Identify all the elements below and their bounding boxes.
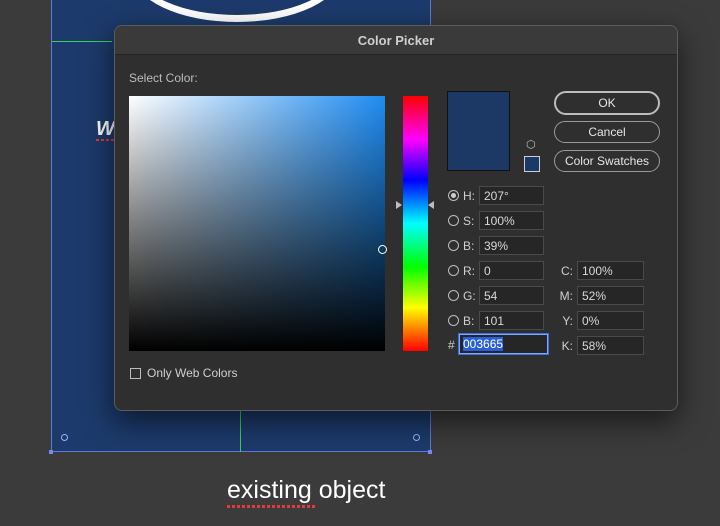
saturation-input[interactable]: 100% [479, 211, 544, 230]
guide-line-vertical [240, 410, 241, 452]
dialog-titlebar[interactable]: Color Picker [115, 26, 677, 55]
cyan-input[interactable]: 100% [577, 261, 644, 280]
dialog-title: Color Picker [357, 32, 435, 48]
color-swatches-button[interactable]: Color Swatches [554, 150, 660, 172]
saturation-row: S: 100% [448, 211, 544, 230]
green-label: G: [463, 288, 476, 303]
brightness-label: B: [463, 238, 475, 253]
spellcheck-underline [96, 139, 114, 141]
only-web-colors-option[interactable]: Only Web Colors [130, 366, 237, 380]
yellow-input[interactable]: 0% [577, 311, 644, 330]
blue-row: B: 101 [448, 311, 544, 330]
color-preview-swatch [447, 91, 510, 171]
cyan-row: C: 100% [555, 261, 644, 280]
brightness-radio[interactable] [448, 240, 459, 251]
frame-handle-right[interactable] [413, 434, 420, 441]
hex-prefix: # [448, 338, 455, 352]
brightness-row: B: 39% [448, 236, 544, 255]
red-row: R: 0 [448, 261, 544, 280]
saturation-brightness-field[interactable] [129, 96, 385, 351]
only-web-colors-checkbox[interactable] [130, 367, 141, 379]
websafe-color-swatch[interactable] [524, 156, 540, 172]
red-radio[interactable] [448, 265, 459, 276]
spellcheck-underline [227, 505, 315, 508]
blue-input[interactable]: 101 [479, 311, 544, 330]
hue-slider[interactable] [403, 96, 428, 351]
hex-input[interactable]: 003665 [458, 333, 549, 355]
only-web-colors-label: Only Web Colors [147, 366, 238, 380]
black-row: K: 58% [555, 336, 644, 355]
red-input[interactable]: 0 [479, 261, 544, 280]
hex-value-selected: 003665 [463, 337, 504, 351]
green-input[interactable]: 54 [479, 286, 544, 305]
hue-input[interactable]: 207° [479, 186, 544, 205]
hue-row: H: 207° [448, 186, 544, 205]
cyan-label: C: [561, 263, 573, 278]
yellow-row: Y: 0% [555, 311, 644, 330]
brightness-input[interactable]: 39% [479, 236, 544, 255]
anchor-point-right[interactable] [428, 450, 432, 454]
blue-radio[interactable] [448, 315, 459, 326]
red-label: R: [463, 263, 475, 278]
select-color-label: Select Color: [129, 71, 198, 85]
saturation-label: S: [463, 213, 475, 228]
color-selection-marker[interactable] [378, 245, 387, 254]
anchor-point-left[interactable] [49, 450, 53, 454]
saturation-radio[interactable] [448, 215, 459, 226]
magenta-label: M: [559, 288, 573, 303]
caption-text: existing object [227, 476, 386, 504]
yellow-label: Y: [562, 313, 573, 328]
hue-label: H: [463, 188, 475, 203]
color-picker-dialog: Color Picker Select Color: ⬡ OK Cancel C… [114, 25, 678, 411]
ok-button[interactable]: OK [554, 91, 660, 115]
black-input[interactable]: 58% [577, 336, 644, 355]
frame-handle-left[interactable] [61, 434, 68, 441]
cube-icon[interactable]: ⬡ [526, 138, 536, 151]
hue-radio[interactable] [448, 190, 459, 201]
green-row: G: 54 [448, 286, 544, 305]
blue-label: B: [463, 313, 475, 328]
artboard-text: W [96, 118, 115, 140]
hue-slider-handle-right[interactable] [428, 201, 434, 209]
green-radio[interactable] [448, 290, 459, 301]
hue-slider-handle-left[interactable] [396, 201, 402, 209]
black-label: K: [561, 338, 573, 353]
cancel-button[interactable]: Cancel [554, 121, 660, 143]
magenta-input[interactable]: 52% [577, 286, 644, 305]
magenta-row: M: 52% [555, 286, 644, 305]
guide-line-horizontal [52, 41, 112, 42]
